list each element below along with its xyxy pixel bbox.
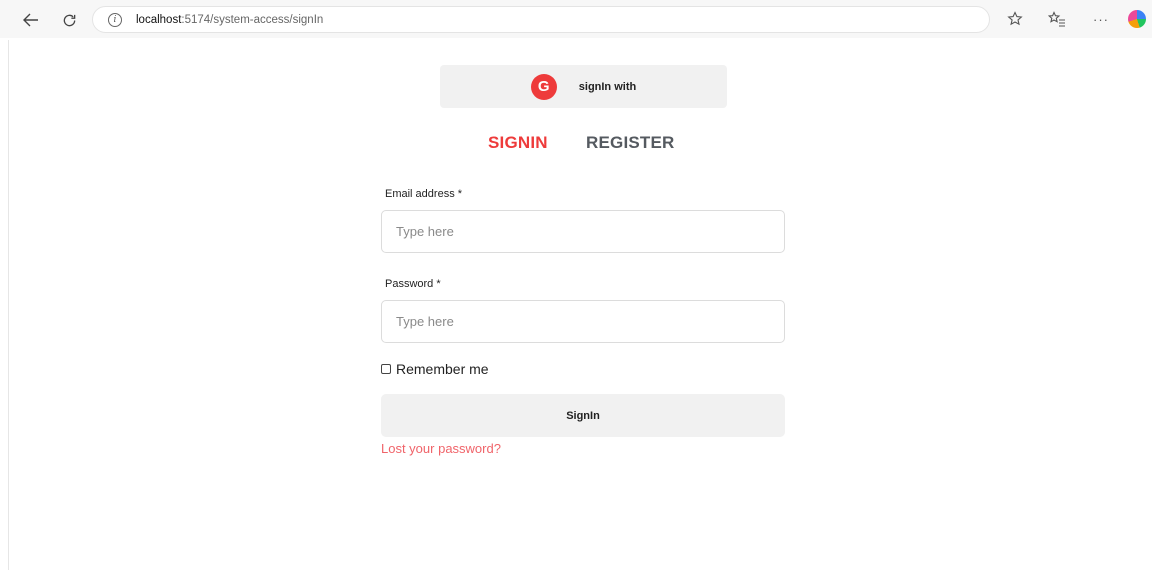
password-input[interactable] bbox=[381, 300, 785, 343]
google-icon: G bbox=[530, 73, 557, 100]
password-label: Password * bbox=[385, 278, 441, 290]
google-signin-label: signIn with bbox=[578, 80, 637, 93]
copilot-icon[interactable] bbox=[1126, 9, 1148, 29]
address-bar[interactable]: i localhost:5174/system-access/signIn bbox=[92, 6, 990, 33]
email-input[interactable] bbox=[381, 210, 785, 253]
favorites-icon[interactable] bbox=[1046, 9, 1068, 29]
lost-password-link[interactable]: Lost your password? bbox=[381, 441, 501, 456]
browser-toolbar: i localhost:5174/system-access/signIn ··… bbox=[0, 0, 1152, 38]
star-icon[interactable] bbox=[1004, 9, 1026, 29]
url-text[interactable]: localhost:5174/system-access/signIn bbox=[136, 14, 323, 26]
reload-icon[interactable] bbox=[58, 9, 80, 31]
signin-button[interactable]: SignIn bbox=[381, 394, 785, 437]
arrow-left-icon[interactable] bbox=[20, 9, 42, 31]
remember-me-checkbox[interactable] bbox=[381, 364, 391, 374]
url-host: localhost bbox=[136, 13, 182, 26]
remember-me-label: Remember me bbox=[396, 361, 489, 377]
tab-signin[interactable]: SIGNIN bbox=[488, 133, 548, 153]
google-signin-button[interactable]: G signIn with bbox=[440, 65, 727, 108]
remember-me[interactable]: Remember me bbox=[381, 361, 489, 377]
info-icon[interactable]: i bbox=[108, 12, 122, 27]
tab-register[interactable]: REGISTER bbox=[586, 133, 675, 153]
email-label: Email address * bbox=[385, 188, 463, 200]
ellipsis-icon[interactable]: ··· bbox=[1090, 9, 1112, 29]
url-path: :5174/system-access/signIn bbox=[181, 13, 324, 26]
